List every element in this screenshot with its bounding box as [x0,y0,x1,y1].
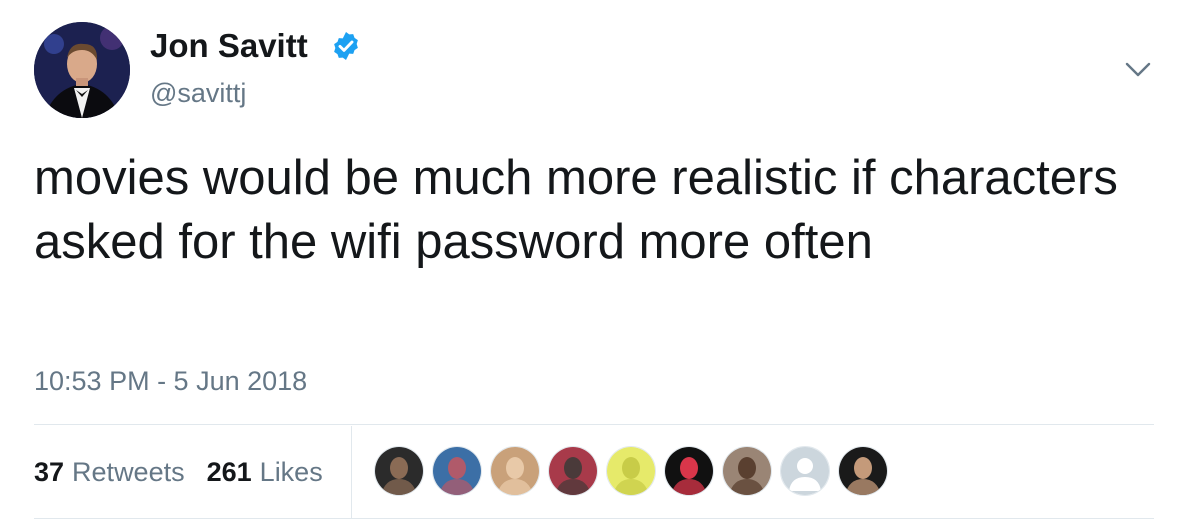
likes-label: Likes [259,456,323,487]
liker-avatar[interactable] [606,446,656,496]
liker-avatar[interactable] [548,446,598,496]
retweets-stat[interactable]: 37 Retweets [34,457,185,488]
author-avatar-image [34,22,130,118]
chevron-down-icon[interactable] [1122,58,1154,82]
tweet-text: movies would be much more realistic if c… [34,151,1118,269]
liker-avatar[interactable] [490,446,540,496]
verified-badge-icon [330,30,362,62]
divider [34,424,1154,425]
liker-avatar[interactable] [838,446,888,496]
liker-avatar[interactable] [664,446,714,496]
default-avatar-icon[interactable] [780,446,830,496]
tweet-card: Jon Savitt @savittj movies would be much… [0,0,1202,528]
liker-avatar[interactable] [432,446,482,496]
tweet-timestamp[interactable]: 10:53 PM - 5 Jun 2018 [34,364,307,398]
retweets-label: Retweets [72,456,185,487]
tweet-stats: 37 Retweets 261 Likes [34,452,345,492]
likes-count: 261 [206,456,252,487]
author-handle[interactable]: @savittj [150,76,246,110]
author-display-name[interactable]: Jon Savitt [150,26,308,66]
author-avatar[interactable] [34,22,130,118]
liker-avatar[interactable] [374,446,424,496]
liker-avatar[interactable] [722,446,772,496]
likes-stat[interactable]: 261 Likes [207,457,323,488]
retweets-count: 37 [34,456,65,487]
liker-avatars [374,446,896,498]
divider [34,518,1154,519]
stats-separator [351,426,352,518]
